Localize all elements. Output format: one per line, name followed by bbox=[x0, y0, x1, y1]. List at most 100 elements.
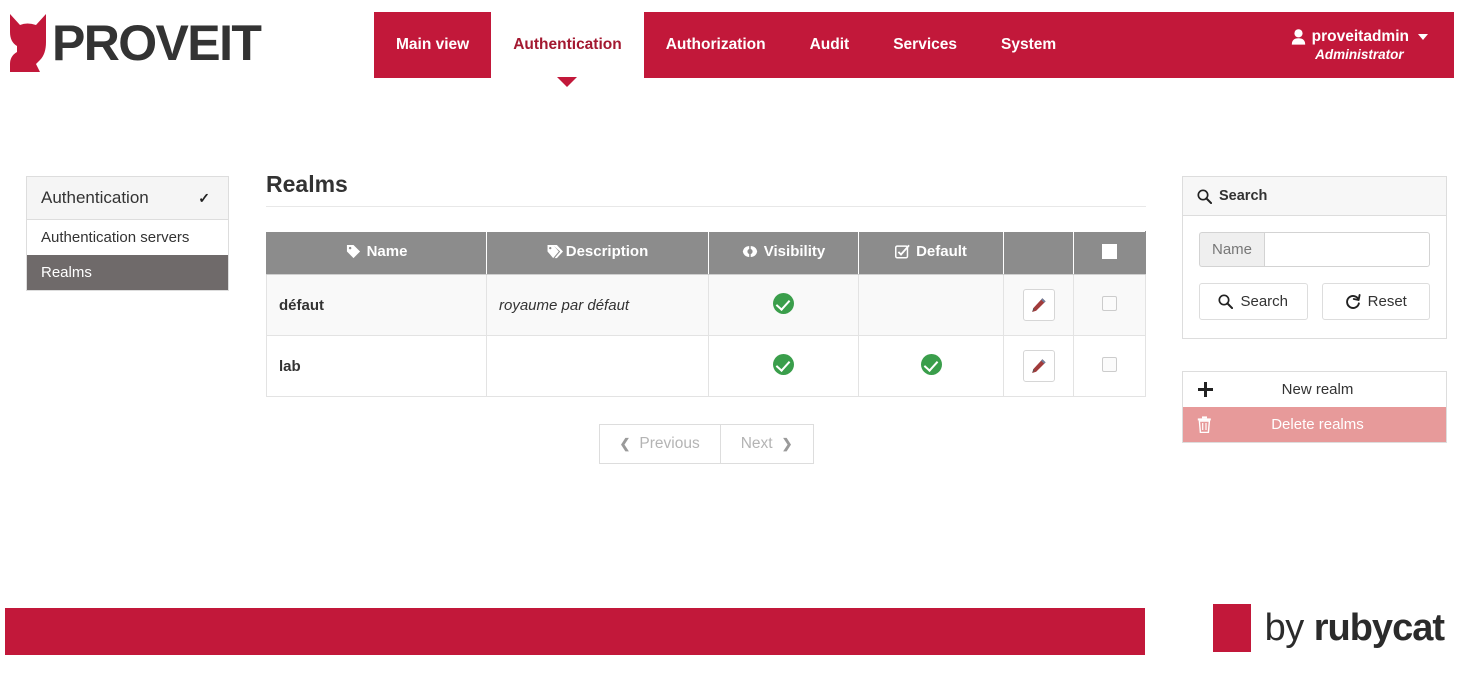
cell-description: royaume par défaut bbox=[487, 275, 709, 336]
sidebar-item-authentication-servers[interactable]: Authentication servers bbox=[27, 220, 228, 255]
nav-item-audit[interactable]: Audit bbox=[788, 12, 872, 78]
table-header-row: Name Description bbox=[267, 232, 1146, 275]
pencil-icon bbox=[1030, 297, 1047, 314]
search-panel-body: Name Search bbox=[1183, 216, 1446, 338]
previous-page-button[interactable]: ❮ Previous bbox=[599, 424, 721, 464]
content-area: Authentication ✓ Authentication servers … bbox=[0, 86, 1462, 598]
main-navigation: Main view Authentication Authorization A… bbox=[374, 12, 1454, 78]
column-header-select-all[interactable] bbox=[1074, 232, 1146, 275]
sidebar: Authentication ✓ Authentication servers … bbox=[26, 176, 229, 291]
column-header-description[interactable]: Description bbox=[487, 232, 709, 275]
search-name-label: Name bbox=[1199, 232, 1264, 267]
plus-icon bbox=[1197, 381, 1223, 398]
footer-by-text: by bbox=[1265, 609, 1304, 647]
cell-name: lab bbox=[267, 336, 487, 397]
footer-company-name: rubycat bbox=[1314, 609, 1444, 647]
column-header-label: Default bbox=[916, 243, 967, 260]
logo-text-prove: PROVE bbox=[52, 15, 219, 71]
reset-button-label: Reset bbox=[1368, 293, 1407, 310]
search-panel-header: Search bbox=[1183, 177, 1446, 216]
search-name-input[interactable] bbox=[1264, 232, 1430, 267]
search-panel-title: Search bbox=[1219, 188, 1267, 204]
logo-text-it: IT bbox=[219, 15, 260, 71]
eye-slash-icon bbox=[742, 244, 758, 259]
column-header-label: Description bbox=[566, 243, 649, 260]
logo-wordmark: PROVEIT bbox=[52, 18, 260, 68]
search-name-group: Name bbox=[1199, 232, 1430, 267]
user-menu-top: proveitadmin bbox=[1291, 28, 1428, 46]
nav-label: Services bbox=[893, 36, 957, 54]
sidebar-item-label: Realms bbox=[41, 264, 92, 281]
sidebar-header-label: Authentication bbox=[41, 188, 149, 208]
new-realm-button[interactable]: New realm bbox=[1183, 372, 1446, 407]
caret-down-icon bbox=[1418, 34, 1428, 40]
next-page-button[interactable]: Next ❯ bbox=[721, 424, 814, 464]
sidebar-item-realms[interactable]: Realms bbox=[27, 255, 228, 290]
column-header-name[interactable]: Name bbox=[267, 232, 487, 275]
cat-logo-icon bbox=[4, 12, 50, 74]
sidebar-item-label: Authentication servers bbox=[41, 229, 189, 246]
pagination: ❮ Previous Next ❯ bbox=[266, 424, 1146, 464]
top-bar: PROVEIT Main view Authentication Authori… bbox=[0, 0, 1462, 86]
edit-realm-button[interactable] bbox=[1023, 289, 1055, 321]
column-header-default[interactable]: Default bbox=[859, 232, 1004, 275]
select-all-checkbox[interactable] bbox=[1102, 244, 1117, 259]
previous-label: Previous bbox=[639, 435, 699, 453]
user-role: Administrator bbox=[1315, 47, 1404, 62]
next-label: Next bbox=[741, 435, 773, 453]
reset-button[interactable]: Reset bbox=[1322, 283, 1431, 320]
cell-visibility bbox=[709, 336, 859, 397]
actions-panel: New realm Delete realms bbox=[1182, 371, 1447, 443]
search-icon bbox=[1197, 189, 1212, 204]
nav-label: Main view bbox=[396, 36, 469, 54]
footer: by rubycat bbox=[0, 598, 1462, 678]
delete-realms-label: Delete realms bbox=[1223, 416, 1432, 433]
row-select-checkbox[interactable] bbox=[1102, 296, 1117, 311]
nav-label: System bbox=[1001, 36, 1056, 54]
footer-accent-bar bbox=[5, 608, 1145, 655]
page-title: Realms bbox=[266, 172, 1146, 207]
search-button[interactable]: Search bbox=[1199, 283, 1308, 320]
new-realm-label: New realm bbox=[1223, 381, 1432, 398]
cell-default bbox=[859, 275, 1004, 336]
search-button-label: Search bbox=[1240, 293, 1288, 310]
chevron-right-icon: ❯ bbox=[782, 436, 793, 452]
app-logo[interactable]: PROVEIT bbox=[4, 10, 260, 76]
right-column: Search Name Search bbox=[1182, 176, 1447, 443]
cell-select bbox=[1074, 336, 1146, 397]
rubycat-logo-square-icon bbox=[1213, 604, 1251, 652]
chevron-left-icon: ❮ bbox=[620, 436, 631, 452]
user-name: proveitadmin bbox=[1312, 28, 1409, 46]
check-square-icon bbox=[895, 244, 910, 259]
cell-description bbox=[487, 336, 709, 397]
delete-realms-button[interactable]: Delete realms bbox=[1183, 407, 1446, 442]
footer-brand: by rubycat bbox=[1213, 604, 1444, 652]
nav-item-system[interactable]: System bbox=[979, 12, 1078, 78]
row-select-checkbox[interactable] bbox=[1102, 357, 1117, 372]
refresh-icon bbox=[1345, 294, 1361, 310]
cell-actions bbox=[1004, 275, 1074, 336]
nav-label: Authentication bbox=[513, 36, 622, 54]
nav-item-authorization[interactable]: Authorization bbox=[644, 12, 788, 78]
tags-icon bbox=[547, 244, 564, 259]
cell-actions bbox=[1004, 336, 1074, 397]
column-header-visibility[interactable]: Visibility bbox=[709, 232, 859, 275]
nav-item-main-view[interactable]: Main view bbox=[374, 12, 491, 78]
realms-table: Name Description bbox=[266, 231, 1146, 397]
nav-item-authentication[interactable]: Authentication bbox=[491, 12, 644, 78]
user-icon bbox=[1291, 29, 1306, 45]
cell-select bbox=[1074, 275, 1146, 336]
check-circle-icon bbox=[773, 354, 794, 375]
nav-item-services[interactable]: Services bbox=[871, 12, 979, 78]
search-buttons: Search Reset bbox=[1199, 283, 1430, 320]
user-menu[interactable]: proveitadmin Administrator bbox=[1273, 12, 1454, 78]
sidebar-header-authentication[interactable]: Authentication ✓ bbox=[27, 177, 228, 220]
nav-label: Audit bbox=[810, 36, 850, 54]
search-panel: Search Name Search bbox=[1182, 176, 1447, 339]
cell-default bbox=[859, 336, 1004, 397]
cell-name: défaut bbox=[267, 275, 487, 336]
edit-realm-button[interactable] bbox=[1023, 350, 1055, 382]
table-row: lab bbox=[267, 336, 1146, 397]
column-header-actions bbox=[1004, 232, 1074, 275]
tag-icon bbox=[346, 244, 361, 259]
